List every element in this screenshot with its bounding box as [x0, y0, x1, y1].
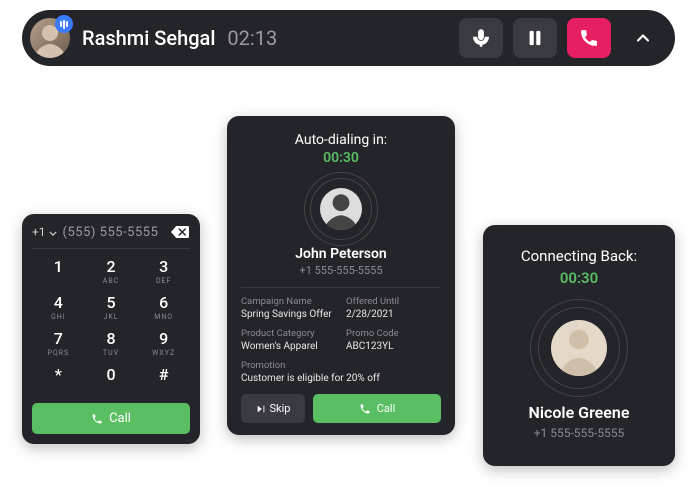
chevron-down-icon	[49, 231, 57, 236]
dialpad-panel: +1 (555) 555-5555 1 2ABC 3DEF 4GHI 5JKL …	[22, 214, 200, 444]
dialpad-key-3[interactable]: 3DEF	[137, 259, 190, 285]
phone-icon	[359, 403, 371, 415]
auto-dial-panel: Auto-dialing in: 00:30 John Peterson +1 …	[227, 116, 455, 435]
dialpad-key-0[interactable]: 0	[85, 367, 138, 393]
connecting-phone: +1 555-555-5555	[497, 426, 661, 440]
phone-icon	[579, 28, 599, 48]
dialpad-key-star[interactable]: *	[32, 367, 85, 393]
connecting-name: Nicole Greene	[497, 403, 661, 422]
backspace-icon	[171, 226, 189, 238]
connecting-timer: 00:30	[497, 269, 661, 287]
product-category-label: Product Category	[241, 328, 336, 339]
contact-phone: +1 555-555-5555	[241, 264, 441, 277]
dialpad-input-row: +1 (555) 555-5555	[32, 224, 190, 249]
pause-button[interactable]	[513, 18, 557, 58]
expand-button[interactable]	[621, 18, 665, 58]
call-duration: 02:13	[227, 26, 277, 50]
dialpad-key-7[interactable]: 7PQRS	[32, 331, 85, 357]
dialpad-key-9[interactable]: 9WXYZ	[137, 331, 190, 357]
contact-avatar-ring	[310, 178, 372, 240]
product-info-row: Product Category Women's Apparel Promo C…	[241, 328, 441, 352]
promo-code-label: Promo Code	[346, 328, 441, 339]
chevron-up-icon	[633, 28, 653, 48]
call-button-label: Call	[109, 411, 131, 426]
connecting-avatar	[551, 320, 607, 376]
connecting-avatar-ring	[538, 307, 620, 389]
auto-dial-call-button[interactable]: Call	[313, 394, 441, 423]
product-category-value: Women's Apparel	[241, 341, 336, 352]
promo-code-value: ABC123YL	[346, 341, 441, 352]
offered-until-value: 2/28/2021	[346, 309, 441, 320]
dialpad-key-5[interactable]: 5JKL	[85, 295, 138, 321]
campaign-info-row: Campaign Name Spring Savings Offer Offer…	[241, 296, 441, 320]
connecting-back-panel: Connecting Back: 00:30 Nicole Greene +1 …	[483, 225, 675, 466]
phone-icon	[91, 413, 103, 425]
skip-button[interactable]: Skip	[241, 394, 305, 423]
contact-avatar	[320, 188, 362, 230]
backspace-button[interactable]	[170, 224, 190, 240]
contact-name: John Peterson	[241, 246, 441, 262]
dialpad-call-button[interactable]: Call	[32, 403, 190, 434]
mute-button[interactable]	[459, 18, 503, 58]
campaign-name-value: Spring Savings Offer	[241, 309, 336, 320]
connecting-title: Connecting Back:	[497, 247, 661, 265]
call-button-label: Call	[377, 402, 396, 415]
dialpad-key-6[interactable]: 6MNO	[137, 295, 190, 321]
voice-activity-badge	[55, 15, 73, 33]
dialpad-key-8[interactable]: 8TUV	[85, 331, 138, 357]
promotion-value: Customer is eligible for 20% off	[241, 373, 441, 384]
dialpad-key-4[interactable]: 4GHI	[32, 295, 85, 321]
hangup-button[interactable]	[567, 18, 611, 58]
phone-number-input[interactable]: (555) 555-5555	[63, 225, 164, 240]
caller-avatar-wrap	[30, 18, 70, 58]
auto-dial-actions: Skip Call	[241, 394, 441, 423]
auto-dial-title: Auto-dialing in:	[241, 132, 441, 148]
campaign-name-label: Campaign Name	[241, 296, 336, 307]
offered-until-label: Offered Until	[346, 296, 441, 307]
country-code-value: +1	[32, 225, 46, 239]
promotion-row: Promotion Customer is eligible for 20% o…	[241, 360, 441, 384]
dialpad-grid: 1 2ABC 3DEF 4GHI 5JKL 6MNO 7PQRS 8TUV 9W…	[32, 249, 190, 403]
dialpad-key-1[interactable]: 1	[32, 259, 85, 285]
skip-icon	[256, 404, 266, 414]
dialpad-key-2[interactable]: 2ABC	[85, 259, 138, 285]
country-code-selector[interactable]: +1	[32, 225, 57, 239]
active-call-bar: Rashmi Sehgal 02:13	[22, 10, 675, 66]
promotion-label: Promotion	[241, 360, 441, 371]
auto-dial-timer: 00:30	[241, 150, 441, 166]
dialpad-key-hash[interactable]: #	[137, 367, 190, 393]
skip-button-label: Skip	[270, 402, 291, 415]
microphone-icon	[471, 28, 491, 48]
caller-name: Rashmi Sehgal	[82, 26, 215, 50]
pause-icon	[525, 28, 545, 48]
